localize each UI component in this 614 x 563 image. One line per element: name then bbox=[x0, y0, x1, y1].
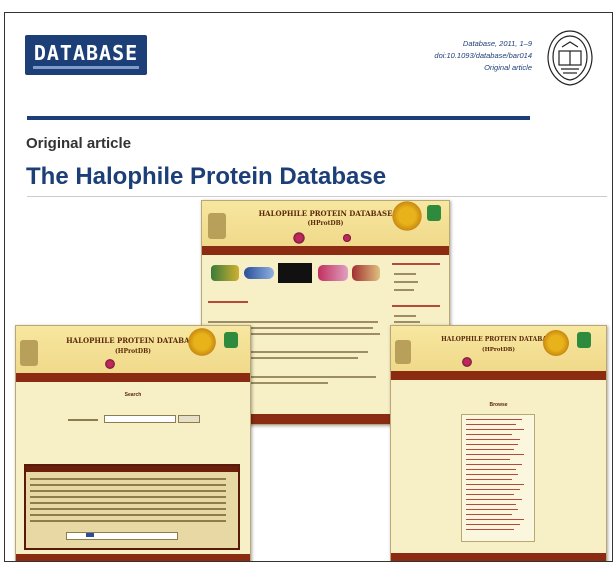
emblem-icon bbox=[427, 205, 441, 221]
flask-icon bbox=[395, 340, 411, 364]
flower-icon bbox=[461, 356, 473, 368]
doi: doi:10.1093/database/bar014 bbox=[434, 51, 532, 60]
flower-icon bbox=[342, 233, 352, 243]
article-page: DATABASE Database, 2011, 1–9 doi:10.1093… bbox=[4, 12, 613, 562]
search-label bbox=[68, 419, 98, 421]
journal-logo: DATABASE bbox=[25, 35, 147, 75]
article-type: Original article bbox=[484, 63, 532, 72]
site-footer bbox=[16, 554, 250, 561]
emblem-icon bbox=[224, 332, 238, 348]
sun-icon bbox=[186, 326, 218, 358]
flower-icon bbox=[292, 231, 306, 245]
site-banner: HALOPHILE PROTEIN DATABASE (HProtDB) bbox=[16, 326, 250, 373]
sun-icon bbox=[390, 201, 424, 233]
article-title: The Halophile Protein Database bbox=[26, 163, 387, 190]
sun-icon bbox=[541, 328, 571, 358]
page-heading: Search bbox=[124, 392, 142, 398]
site-nav bbox=[391, 371, 606, 380]
flower-icon bbox=[104, 358, 116, 370]
university-seal-icon bbox=[547, 30, 593, 86]
title-rule bbox=[27, 196, 607, 197]
pagination-current[interactable] bbox=[86, 533, 94, 537]
molecule-strip bbox=[206, 261, 386, 285]
search-input[interactable] bbox=[104, 415, 176, 423]
table-header bbox=[26, 466, 238, 472]
citation: Database, 2011, 1–9 bbox=[462, 39, 532, 48]
emblem-icon bbox=[577, 332, 591, 348]
screenshot-search: HALOPHILE PROTEIN DATABASE (HProtDB) Sea… bbox=[15, 325, 251, 561]
site-banner: HALOPHILE PROTEIN DATABASE (HProtDB) bbox=[391, 326, 606, 371]
citation-block: Database, 2011, 1–9 doi:10.1093/database… bbox=[434, 38, 532, 74]
site-nav bbox=[202, 246, 449, 255]
flask-icon bbox=[208, 213, 226, 239]
pagination[interactable] bbox=[66, 532, 178, 540]
site-footer bbox=[391, 553, 606, 561]
site-nav bbox=[16, 373, 250, 382]
flask-icon bbox=[20, 340, 38, 366]
browse-list bbox=[461, 414, 535, 542]
search-button[interactable] bbox=[178, 415, 200, 423]
results-table bbox=[24, 464, 240, 550]
site-banner: HALOPHILE PROTEIN DATABASE (HProtDB) bbox=[202, 201, 449, 246]
site-banner-subtitle: (HProtDB) bbox=[481, 347, 516, 353]
screenshot-browse: HALOPHILE PROTEIN DATABASE (HProtDB) Bro… bbox=[390, 325, 607, 561]
logo-underline bbox=[33, 66, 139, 69]
site-banner-title: HALOPHILE PROTEIN DATABASE bbox=[441, 336, 556, 343]
journal-logo-text: DATABASE bbox=[33, 41, 139, 65]
page-heading: Browse bbox=[489, 402, 508, 408]
section-label: Original article bbox=[26, 135, 132, 152]
header-rule bbox=[27, 116, 530, 120]
